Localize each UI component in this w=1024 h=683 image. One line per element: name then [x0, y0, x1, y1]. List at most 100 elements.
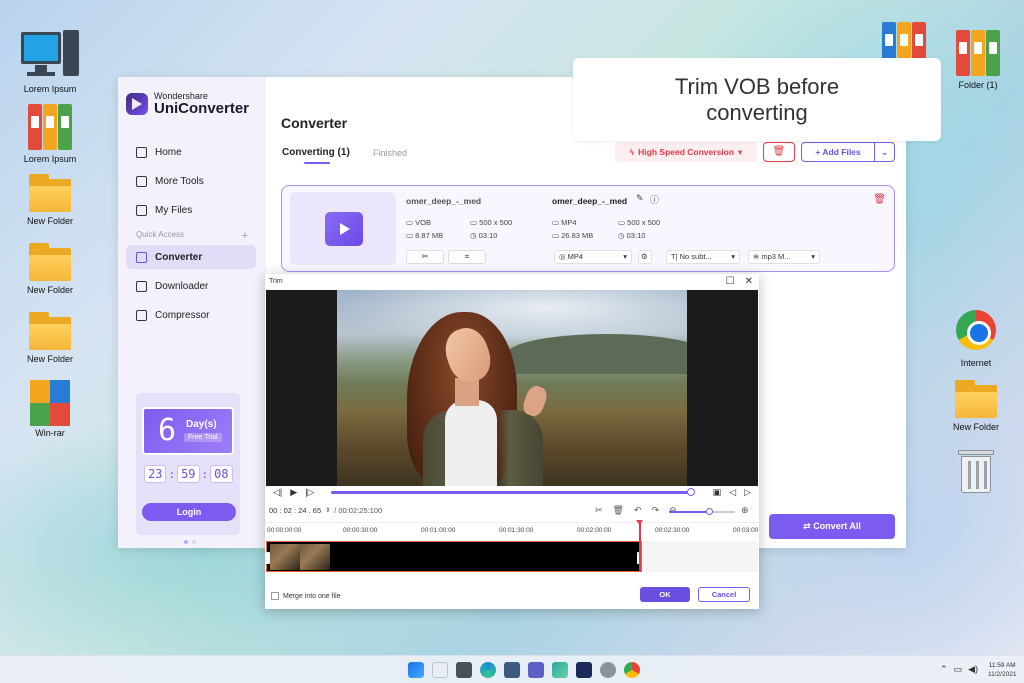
convert-all-button[interactable]: ⇄ Convert All	[769, 514, 895, 539]
trim-clip-track[interactable]	[266, 541, 642, 572]
progress-handle[interactable]	[687, 488, 696, 496]
desktop-icon-winrar[interactable]: Win-rar	[12, 380, 88, 438]
maximize-icon[interactable]: ☐	[726, 276, 735, 287]
settings-button[interactable]: ⚙	[638, 250, 652, 264]
output-format-select[interactable]: ◎ MP4 ▾	[554, 250, 632, 264]
time-stepper-icon[interactable]: ⇕	[325, 507, 330, 514]
compressor-icon	[136, 309, 147, 321]
zoom-slider[interactable]	[669, 508, 735, 515]
playback-progress-slider[interactable]	[331, 488, 696, 496]
desktop-icon-folder[interactable]: New Folder	[12, 174, 88, 226]
crop-button[interactable]: ⌗	[448, 250, 486, 264]
zoom-handle[interactable]	[705, 508, 713, 515]
delete-all-button[interactable]: 🗑	[763, 142, 795, 162]
video-preview[interactable]	[266, 290, 758, 486]
mark-in-icon[interactable]: ◁	[729, 487, 736, 498]
trim-button[interactable]: ✂	[406, 250, 444, 264]
desktop-icon-folder[interactable]: New Folder	[938, 380, 1014, 432]
mark-out-icon[interactable]: ▷	[744, 487, 751, 498]
output-format: ▭ MP4	[552, 218, 577, 227]
tab-converting[interactable]: Converting (1)	[282, 147, 350, 164]
zoom-fill	[669, 511, 709, 513]
caret-down-icon: ▾	[738, 146, 743, 157]
video-icon: ▭	[552, 218, 562, 227]
add-files-label: Add Files	[822, 147, 861, 157]
edit-name-icon[interactable]: ✎	[636, 193, 644, 204]
downloader-icon	[136, 280, 147, 292]
undo-icon[interactable]: ↶	[634, 505, 642, 516]
ok-button[interactable]: OK	[640, 587, 690, 602]
trash-icon: 🗑	[772, 146, 786, 157]
tab-finished[interactable]: Finished	[373, 148, 407, 158]
chevron-up-icon[interactable]: ⌃	[940, 664, 948, 675]
taskbar-clock[interactable]: 11:59 AM 11/2/2021	[988, 661, 1016, 679]
settings-gear-icon[interactable]	[600, 662, 616, 678]
sidebar-item-converter[interactable]: Converter	[126, 245, 256, 269]
taskbar-apps	[408, 662, 640, 678]
progress-fill	[331, 491, 692, 494]
sidebar-item-more-tools[interactable]: More Tools	[126, 169, 256, 193]
timeline-ruler: 00:00:00:00 00:00:30:00 00:01:00:00 00:0…	[265, 522, 759, 540]
chrome-taskbar-icon[interactable]	[624, 662, 640, 678]
camera-icon[interactable]	[456, 662, 472, 678]
source-duration: ◷ 03:10	[470, 231, 498, 240]
task-view-icon[interactable]	[432, 662, 448, 678]
source-resolution: ▭ 500 x 500	[470, 218, 513, 227]
desktop-icon-folder-1[interactable]: Folder (1)	[940, 28, 1016, 90]
desktop-icon-label: Lorem Ipsum	[23, 154, 77, 164]
snapshot-icon[interactable]: ▣	[713, 487, 722, 498]
desktop-icon-folder[interactable]: New Folder	[12, 312, 88, 364]
subtitle-select[interactable]: T| No subt... ▾	[666, 250, 740, 264]
clock-icon: ◷	[618, 231, 627, 240]
add-files-dropdown[interactable]: ⌄	[874, 143, 894, 161]
quick-access-add-button[interactable]: +	[242, 230, 248, 242]
app-icon[interactable]	[552, 662, 568, 678]
trash-icon[interactable]: 🗑	[613, 505, 624, 516]
video-file-icon	[325, 212, 363, 246]
desktop-icon-label: Folder (1)	[958, 80, 998, 90]
audio-select[interactable]: ≋ mp3 M... ▾	[748, 250, 820, 264]
desktop-icon-binders[interactable]: Lorem Ipsum	[12, 102, 88, 164]
sidebar-item-downloader[interactable]: Downloader	[126, 274, 256, 298]
video-thumbnail[interactable]	[290, 192, 396, 265]
previous-frame-icon[interactable]: ◁|	[273, 487, 282, 498]
ruler-tick-label: 00:00:00:00	[267, 527, 302, 534]
scissors-icon[interactable]: ✂	[595, 505, 603, 516]
cancel-button[interactable]: Cancel	[698, 587, 750, 602]
caption-line-1: Trim VOB before	[674, 74, 840, 99]
sidebar-item-compressor[interactable]: Compressor	[126, 303, 256, 327]
edge-icon[interactable]	[480, 662, 496, 678]
sidebar-item-home[interactable]: Home	[126, 140, 256, 164]
store-icon[interactable]	[504, 662, 520, 678]
pager-dots[interactable]	[184, 540, 200, 544]
merge-checkbox[interactable]	[271, 592, 279, 600]
desktop-icon-label: New Folder	[26, 285, 73, 295]
play-icon[interactable]: ▶	[290, 487, 297, 498]
desktop-icon-recycle-bin[interactable]	[938, 448, 1014, 494]
trim-start-handle[interactable]	[266, 552, 270, 564]
add-files-button[interactable]: + Add Files ⌄	[801, 142, 895, 162]
desktop-icon-internet[interactable]: Internet	[938, 310, 1014, 368]
lightning-icon: ϟ	[629, 147, 635, 157]
info-icon[interactable]: ⓘ	[650, 193, 659, 206]
volume-icon[interactable]: ◀)	[968, 664, 978, 675]
merge-option[interactable]: Merge into one file	[271, 592, 341, 600]
windows-start-icon[interactable]	[408, 662, 424, 678]
desktop-icon-folder[interactable]: New Folder	[12, 243, 88, 295]
login-button[interactable]: Login	[142, 503, 236, 521]
desktop-icon-computer[interactable]: Lorem Ipsum	[12, 28, 88, 94]
sidebar-item-my-files[interactable]: My Files	[126, 198, 256, 222]
delete-file-button[interactable]: 🗑	[873, 194, 886, 205]
current-time-input[interactable]: 00 : 02 : 24 . 65	[269, 506, 321, 515]
playhead[interactable]	[639, 522, 641, 572]
uniconverter-taskbar-icon[interactable]	[576, 662, 592, 678]
ruler-tick-label: 00:00:30:00	[343, 527, 378, 534]
high-speed-conversion-button[interactable]: ϟ High Speed Conversion ▾	[615, 142, 757, 162]
redo-icon[interactable]: ↷	[652, 505, 660, 516]
zoom-in-icon[interactable]: ⊕	[741, 505, 749, 516]
next-frame-icon[interactable]: |▷	[305, 487, 314, 498]
trial-days-card: 6 Day(s) Free Trial	[142, 407, 234, 455]
teams-icon[interactable]	[528, 662, 544, 678]
close-icon[interactable]: ✕	[745, 276, 753, 287]
network-icon[interactable]: ▭	[954, 664, 963, 675]
